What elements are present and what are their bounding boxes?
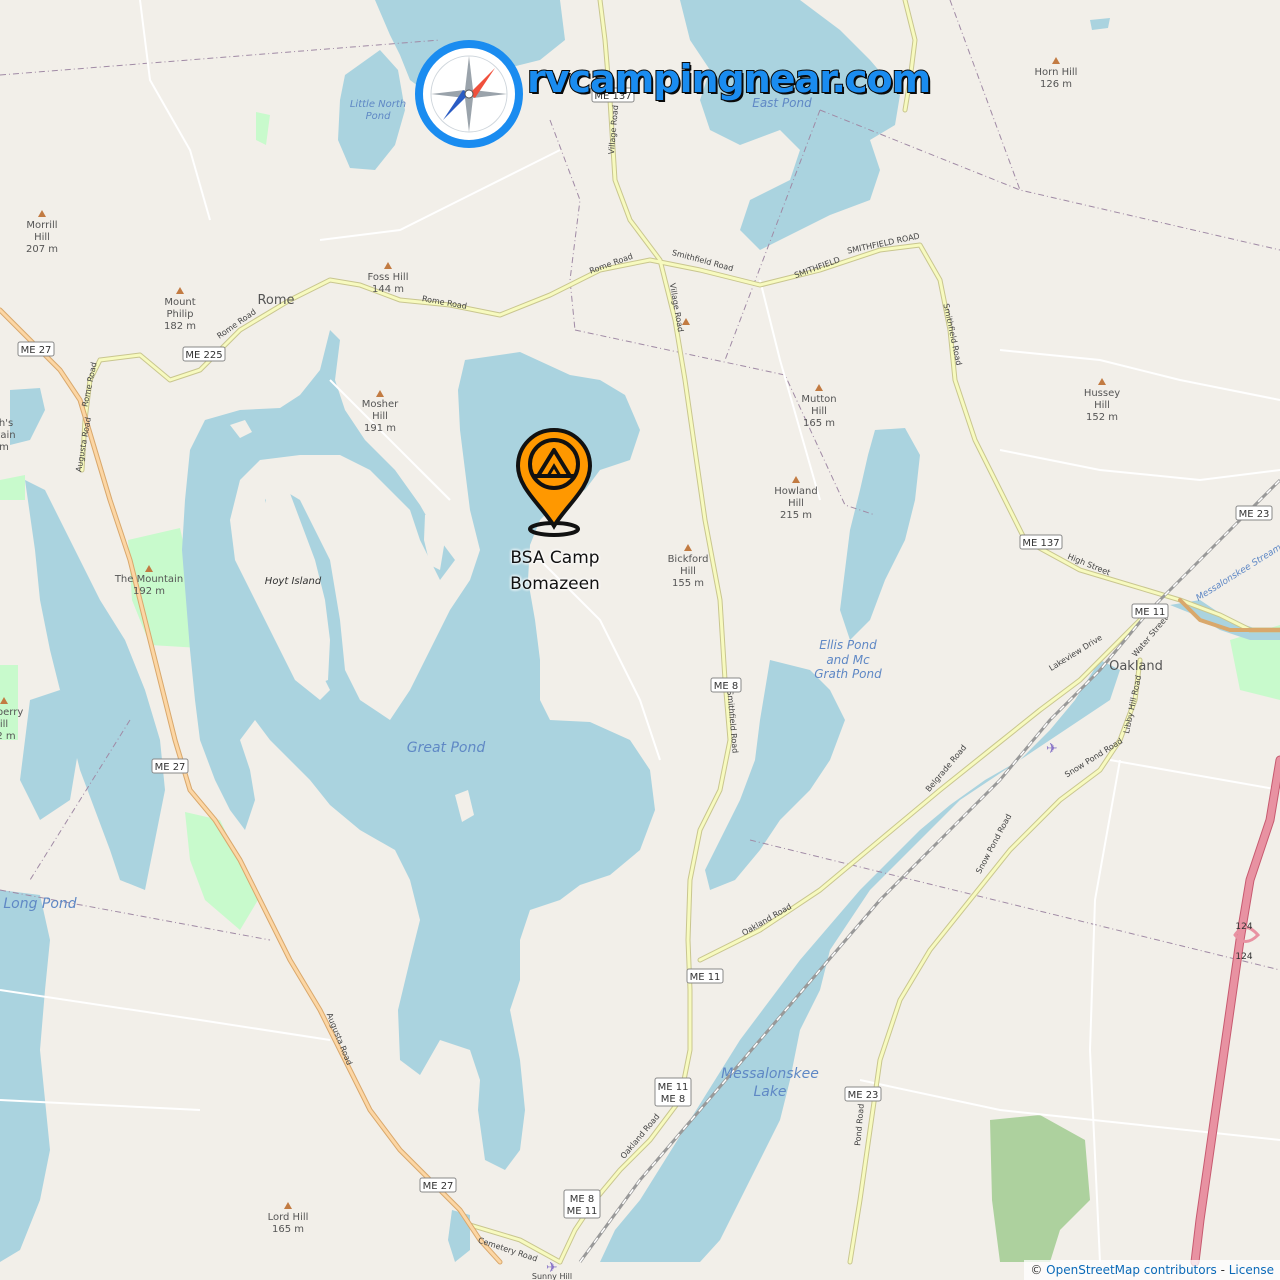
- osm-link[interactable]: OpenStreetMap contributors: [1046, 1263, 1217, 1277]
- shield-i95-a-text: 124: [1235, 922, 1252, 932]
- shield-i95-b: 124: [1235, 952, 1252, 962]
- shield-i95-a: 124: [1235, 922, 1252, 932]
- shield-me27-c: ME 27: [419, 1177, 457, 1193]
- label-messalonskee-lake-2: Lake: [753, 1084, 786, 1100]
- map-attribution: © OpenStreetMap contributors - License: [1024, 1260, 1280, 1280]
- shield-me11-b: ME 11: [1131, 603, 1169, 619]
- label-hoyt-island: Hoyt Island: [265, 576, 322, 587]
- shield-i95-b-text: 124: [1235, 952, 1252, 962]
- hill-hussey-name-1: Hussey: [1084, 388, 1120, 399]
- shield-me8-a: ME 8: [710, 677, 742, 693]
- shield-me27-c-text: ME 27: [423, 1181, 454, 1192]
- label-ellis-pond-2: and Mc: [826, 653, 870, 667]
- label-great-pond: Great Pond: [407, 740, 486, 756]
- shield-me23-a-text: ME 23: [848, 1090, 879, 1101]
- label-place-oakland: Oakland: [1109, 659, 1163, 674]
- map-canvas[interactable]: ✈ ✈ Little North Pond East Pond Great Po…: [0, 0, 1280, 1280]
- hill-mutton-name-1: Mutton: [801, 394, 836, 405]
- shield-me137-text: ME 137: [1022, 538, 1059, 549]
- shield-me137: ME 137: [1019, 534, 1063, 550]
- hill-foss-elev: 144 m: [372, 284, 404, 295]
- hill-howland-elev: 215 m: [780, 510, 812, 521]
- shield-me27-a-text: ME 27: [21, 345, 52, 356]
- hill-howland-name-1: Howland: [774, 486, 817, 497]
- hill-the-mountain-elev: 192 m: [133, 586, 165, 597]
- compass-icon: [415, 40, 523, 148]
- hill-foss-name: Foss Hill: [368, 272, 409, 283]
- shield-me8-me11: ME 8ME 11: [563, 1189, 601, 1219]
- shield-me27-b: ME 27: [151, 758, 189, 774]
- hill-howland-name-2: Hill: [788, 498, 804, 509]
- campsite-label: BSA Camp Bomazeen: [485, 545, 625, 597]
- hill-horn-elev: 126 m: [1040, 79, 1072, 90]
- shield-me23-b: ME 23: [1235, 505, 1273, 521]
- shield-me11-b-text: ME 11: [1135, 607, 1166, 618]
- hill-partial-2-line-1: berry: [0, 707, 23, 718]
- shield-me27-a: ME 27: [17, 341, 55, 357]
- campsite-name-line-2: Bomazeen: [510, 574, 600, 594]
- campsite-marker-icon[interactable]: [512, 426, 596, 538]
- hill-bickford-name-2: Hill: [680, 566, 696, 577]
- hill-partial-1-line-2: tain: [0, 430, 16, 441]
- hill-hussey-name-2: Hill: [1094, 400, 1110, 411]
- shield-me11-a-text: ME 11: [690, 972, 721, 983]
- label-little-north-pond-1: Little North: [350, 99, 406, 110]
- hill-lord-elev: 165 m: [272, 1224, 304, 1235]
- hill-the-mountain-name: The Mountain: [114, 574, 183, 585]
- attribution-separator: -: [1216, 1263, 1229, 1277]
- attribution-prefix: ©: [1030, 1263, 1047, 1277]
- hill-morrill-name-2: Hill: [34, 232, 50, 243]
- hill-hussey-elev: 152 m: [1086, 412, 1118, 423]
- hill-lord-name: Lord Hill: [268, 1212, 309, 1223]
- hill-mutton-elev: 165 m: [803, 418, 835, 429]
- hill-mosher-name-2: Hill: [372, 411, 388, 422]
- shield-me11-me8: ME 11ME 8: [654, 1077, 692, 1107]
- hill-mutton-name-2: Hill: [811, 406, 827, 417]
- hill-morrill-name-1: Morrill: [26, 220, 57, 231]
- hill-philip-name-1: Mount: [164, 297, 195, 308]
- hill-morrill-elev: 207 m: [26, 244, 58, 255]
- label-messalonskee-lake-1: Messalonskee: [721, 1066, 819, 1082]
- label-ellis-pond-3: Grath Pond: [814, 667, 882, 681]
- hill-mosher-name-1: Mosher: [362, 399, 399, 410]
- license-link[interactable]: License: [1229, 1263, 1274, 1277]
- brand-name[interactable]: rvcampingnear.com: [526, 56, 932, 102]
- label-little-north-pond-2: Pond: [366, 111, 391, 122]
- shield-me23-a: ME 23: [844, 1086, 882, 1102]
- map-stage[interactable]: ✈ ✈ Little North Pond East Pond Great Po…: [0, 0, 1280, 1280]
- hill-partial-1-line-1: h's: [0, 418, 13, 429]
- shield-me8-me11-text-1: ME 8: [570, 1194, 595, 1205]
- hill-bickford-name-1: Bickford: [668, 554, 709, 565]
- label-long-pond: Long Pond: [3, 896, 76, 912]
- campsite-name-line-1: BSA Camp: [510, 548, 600, 568]
- hill-philip-elev: 182 m: [164, 321, 196, 332]
- shield-me8-me11-text-2: ME 11: [567, 1206, 598, 1217]
- hill-partial-2-line-2: ill: [0, 719, 8, 730]
- hill-partial-2-line-3: 2 m: [0, 731, 16, 742]
- hill-horn-name: Horn Hill: [1035, 67, 1078, 78]
- shield-me11-me8-text-1: ME 11: [658, 1082, 689, 1093]
- shield-me27-b-text: ME 27: [155, 762, 186, 773]
- shield-me225-text: ME 225: [185, 350, 222, 361]
- hill-bickford-elev: 155 m: [672, 578, 704, 589]
- hill-mosher-elev: 191 m: [364, 423, 396, 434]
- label-place-rome: Rome: [257, 293, 294, 308]
- hill-partial-1-line-3: m: [0, 442, 9, 453]
- label-sunny-hill: Sunny Hill: [532, 1272, 572, 1280]
- shield-me8-a-text: ME 8: [714, 681, 739, 692]
- airport-icon: ✈: [1046, 741, 1058, 757]
- label-ellis-pond-1: Ellis Pond: [819, 638, 877, 652]
- shield-me23-b-text: ME 23: [1239, 509, 1270, 520]
- shield-me11-me8-text-2: ME 8: [661, 1094, 686, 1105]
- hill-philip-name-2: Philip: [166, 309, 193, 320]
- shield-me11-a: ME 11: [686, 968, 724, 984]
- brand-logo[interactable]: rvcampingnear.com: [415, 40, 932, 148]
- shield-me225: ME 225: [182, 346, 226, 362]
